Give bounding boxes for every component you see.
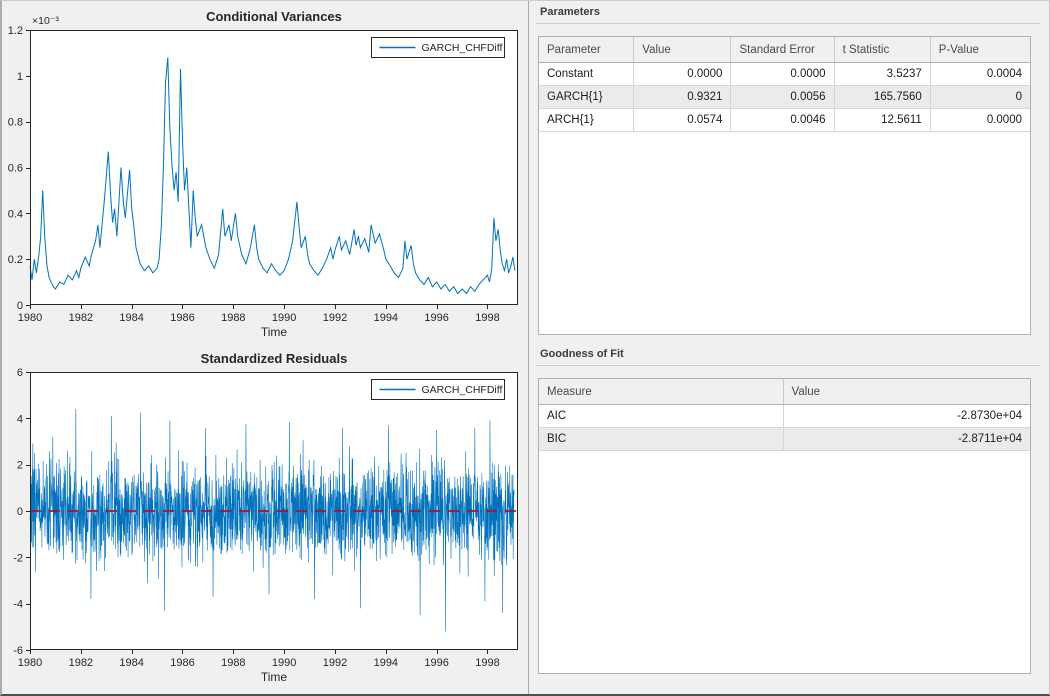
table-cell[interactable]: 0 [930, 85, 1030, 109]
column-header: t Statistic [834, 37, 931, 63]
table-cell[interactable]: ARCH{1} [539, 108, 635, 132]
x-tick-label: 1996 [424, 312, 448, 324]
table-cell[interactable]: GARCH{1} [539, 85, 635, 109]
y-tick-label: 2 [17, 460, 23, 472]
x-tick-label: 1992 [323, 657, 347, 669]
plot-area[interactable] [30, 30, 518, 305]
x-tick-label: 1986 [170, 657, 194, 669]
table-row[interactable]: Constant 0.0000 0.0000 3.5237 0.0004 [539, 62, 1030, 86]
table-cell[interactable]: 0.0056 [730, 85, 835, 109]
x-tick-label: 1984 [119, 312, 143, 324]
y-tick-label: 0 [17, 506, 23, 518]
legend-label: GARCH_CHFDiff [422, 42, 503, 54]
column-header: Measure [539, 379, 784, 405]
chart-title: Standardized Residuals [201, 351, 348, 366]
x-tick-label: 1986 [170, 312, 194, 324]
goodness-of-fit-title-rule [536, 365, 1040, 366]
table-cell[interactable]: 0.9321 [633, 85, 732, 109]
y-tick-label: 0 [17, 300, 23, 312]
x-tick-label: 1998 [475, 657, 499, 669]
x-tick-label: 1984 [119, 657, 143, 669]
legend-label: GARCH_CHFDiff [422, 384, 503, 396]
y-axis-exponent-label: ×10⁻³ [32, 15, 59, 27]
table-cell[interactable]: Constant [539, 62, 635, 86]
x-tick-label: 1992 [323, 312, 347, 324]
parameters-title-rule [536, 23, 1040, 24]
column-header: Value [783, 379, 1030, 405]
x-tick-label: 1994 [374, 657, 398, 669]
x-tick-label: 1980 [18, 312, 42, 324]
table-cell[interactable]: 165.7560 [834, 85, 931, 109]
table-cell[interactable]: 0.0574 [633, 108, 732, 132]
y-tick-label: 0.8 [8, 117, 23, 129]
table-header-row: Measure Value [539, 379, 1030, 405]
table-cell[interactable]: 0.0046 [730, 108, 835, 132]
x-tick-label: 1982 [69, 657, 93, 669]
table-row[interactable]: BIC -2.8711e+04 [539, 427, 1030, 451]
standardized-residuals-chart[interactable]: 1980 1982 1984 1986 1988 1990 1992 1994 1996 1998… [0, 348, 530, 696]
parameters-table[interactable]: Parameter Value Standard Error t Statistic P… [539, 37, 1030, 132]
y-tick-label: -2 [13, 552, 23, 564]
y-tick-label: 1 [17, 71, 23, 83]
table-cell[interactable]: 0.0000 [730, 62, 835, 86]
x-tick-label: 1990 [272, 312, 296, 324]
table-cell[interactable]: -2.8711e+04 [783, 427, 1030, 451]
table-cell[interactable]: 0.0000 [633, 62, 732, 86]
y-tick-label: 1.2 [8, 25, 23, 37]
x-tick-label: 1980 [18, 657, 42, 669]
y-tick-label: 0.2 [8, 254, 23, 266]
parameters-table-container: Parameter Value Standard Error t Statistic P… [538, 36, 1031, 335]
y-tick-label: 4 [17, 413, 23, 425]
x-tick-label: 1982 [69, 312, 93, 324]
legend[interactable]: GARCH_CHFDiff [371, 379, 505, 400]
y-tick-label: 0.4 [8, 208, 23, 220]
goodness-of-fit-table-container: Measure Value AIC -2.8730e+04 BIC -2.8711e+04 [538, 378, 1031, 674]
table-cell[interactable]: BIC [539, 427, 784, 451]
x-tick-label: 1994 [374, 312, 398, 324]
chart-title: Conditional Variances [206, 9, 342, 24]
table-row[interactable]: GARCH{1} 0.9321 0.0056 165.7560 0 [539, 85, 1030, 109]
table-cell[interactable]: AIC [539, 404, 784, 428]
column-header: P-Value [930, 37, 1030, 63]
table-cell[interactable]: 0.0004 [930, 62, 1030, 86]
goodness-of-fit-table[interactable]: Measure Value AIC -2.8730e+04 BIC -2.8711e+04 [539, 379, 1030, 451]
table-row[interactable]: ARCH{1} 0.0574 0.0046 12.5611 0.0000 [539, 108, 1030, 132]
y-tick-label: 6 [17, 367, 23, 379]
y-tick-label: -4 [13, 599, 23, 611]
table-cell[interactable]: -2.8730e+04 [783, 404, 1030, 428]
x-axis-label: Time [261, 325, 288, 339]
column-header: Standard Error [730, 37, 835, 63]
goodness-of-fit-panel-title: Goodness of Fit [540, 348, 624, 360]
x-tick-label: 1990 [272, 657, 296, 669]
column-header: Value [633, 37, 732, 63]
x-tick-label: 1988 [221, 657, 245, 669]
column-header: Parameter [539, 37, 635, 63]
table-cell[interactable]: 0.0000 [930, 108, 1030, 132]
y-tick-label: -6 [13, 645, 23, 657]
conditional-variances-chart[interactable]: 1980 1982 1984 1986 1988 1990 1992 1994 1996 1998… [0, 0, 530, 348]
x-tick-label: 1988 [221, 312, 245, 324]
legend[interactable]: GARCH_CHFDiff [371, 37, 505, 58]
table-cell[interactable]: 12.5611 [834, 108, 931, 132]
parameters-panel-title: Parameters [540, 6, 600, 18]
table-cell[interactable]: 3.5237 [834, 62, 931, 86]
y-tick-label: 0.6 [8, 163, 23, 175]
x-axis-label: Time [261, 670, 288, 684]
table-row[interactable]: AIC -2.8730e+04 [539, 404, 1030, 428]
x-tick-label: 1996 [424, 657, 448, 669]
table-header-row: Parameter Value Standard Error t Statistic P… [539, 37, 1030, 63]
x-tick-label: 1998 [475, 312, 499, 324]
